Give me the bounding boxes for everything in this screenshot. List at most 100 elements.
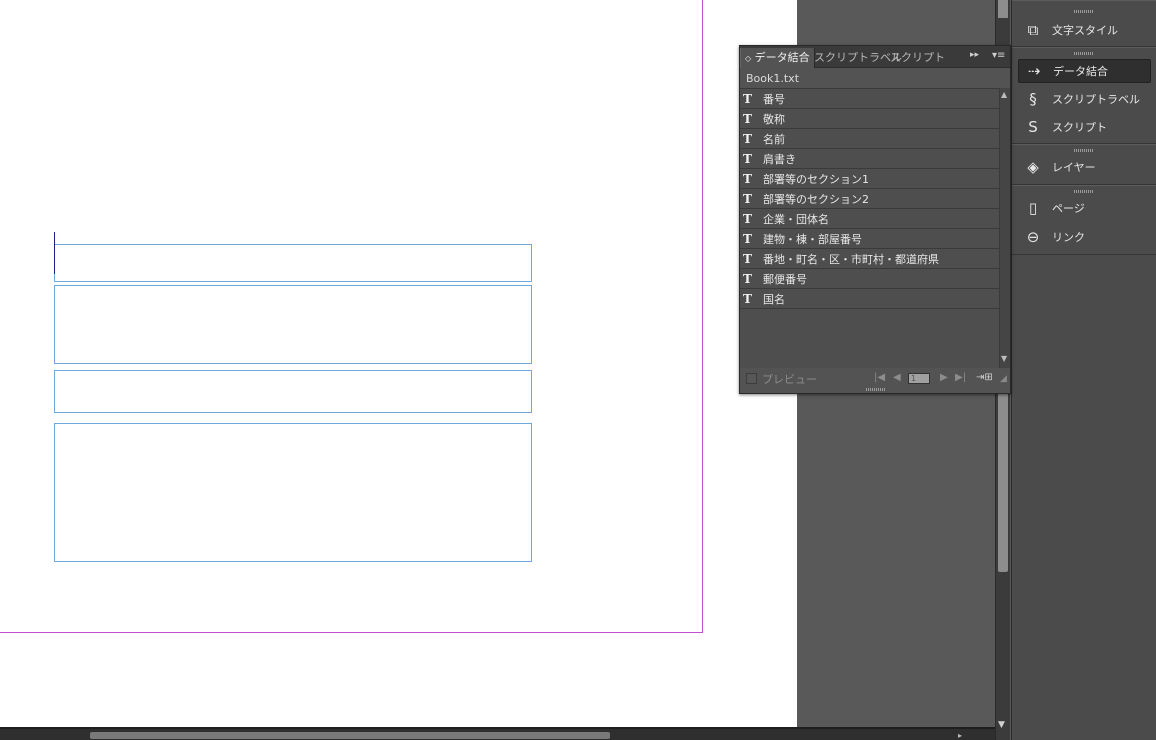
panel-dock: ⧉ 文字スタイル ⇢ データ結合 § スクリプトラベル S スクリプト ◈ レイ… (1011, 0, 1156, 740)
text-field-icon: T (743, 151, 752, 166)
data-merge-panel: ◇ データ結合 スクリプトラベル スクリプト ▸▸ ▾≡ Book1.txt T… (739, 45, 1011, 394)
text-field-icon: T (743, 291, 752, 306)
text-field-icon: T (743, 131, 752, 146)
field-label: 建物・棟・部屋番号 (763, 232, 862, 246)
panel-tab-bar: ◇ データ結合 スクリプトラベル スクリプト ▸▸ ▾≡ (740, 46, 1010, 68)
panel-menu-icon[interactable]: ▾≡ (992, 50, 1005, 61)
horizontal-scrollbar-thumb[interactable] (90, 732, 610, 739)
scroll-down-arrow-icon[interactable]: ▼ (998, 720, 1005, 730)
horizontal-scrollbar[interactable]: ▸ (0, 727, 995, 740)
previous-record-icon[interactable]: ◀ (893, 372, 901, 383)
dock-item-character-styles[interactable]: ⧉ 文字スタイル (1018, 18, 1151, 42)
dock-grip[interactable] (1074, 10, 1094, 13)
vertical-scrollbar-thumb[interactable] (998, 390, 1008, 572)
dock-item-label: リンク (1052, 231, 1085, 244)
text-frame-1[interactable] (54, 244, 532, 282)
tab-data-merge[interactable]: ◇ データ結合 (740, 48, 815, 68)
collapse-panel-icon[interactable]: ▸▸ (970, 50, 979, 60)
list-item[interactable]: T 建物・棟・部屋番号 (740, 229, 999, 249)
text-field-icon: T (743, 271, 752, 286)
dock-grip[interactable] (1074, 190, 1094, 193)
text-field-icon: T (743, 91, 752, 106)
tab-label: データ結合 (754, 51, 810, 64)
create-merged-document-icon[interactable]: ⇥⊞ (976, 372, 993, 383)
list-item[interactable]: T 肩書き (740, 149, 999, 169)
layers-icon: ◈ (1027, 158, 1039, 176)
list-item[interactable]: T 番地・町名・区・市町村・都道府県 (740, 249, 999, 269)
character-styles-icon: ⧉ (1027, 21, 1039, 39)
text-field-icon: T (743, 231, 752, 246)
field-list: T 番号 T 敬称 T 名前 T 肩書き T 部署等のセクション1 T 部署等の… (740, 88, 999, 368)
list-item[interactable]: T 名前 (740, 129, 999, 149)
list-item[interactable]: T 郵便番号 (740, 269, 999, 289)
text-field-icon: T (743, 111, 752, 126)
dock-item-label: スクリプトラベル (1052, 93, 1140, 106)
scroll-right-arrow-icon[interactable]: ▸ (958, 731, 962, 740)
pages-icon: ▯ (1028, 199, 1038, 217)
script-icon: S (1028, 118, 1038, 136)
last-record-icon[interactable]: ▶| (955, 372, 966, 383)
text-field-icon: T (743, 171, 752, 186)
list-item[interactable]: T 企業・団体名 (740, 209, 999, 229)
record-number-input[interactable]: 1 (908, 373, 930, 384)
list-item[interactable]: T 国名 (740, 289, 999, 309)
script-label-icon: § (1029, 90, 1037, 108)
text-cursor (54, 232, 55, 274)
field-label: 番号 (763, 92, 785, 106)
list-item[interactable]: T 部署等のセクション1 (740, 169, 999, 189)
field-label: 部署等のセクション2 (763, 192, 869, 206)
field-label: 企業・団体名 (763, 212, 829, 226)
data-merge-icon: ⇢ (1027, 62, 1041, 80)
panel-grip[interactable] (866, 388, 886, 391)
preview-label: プレビュー (762, 373, 817, 386)
panel-footer: プレビュー |◀ ◀ 1 ▶ ▶| ⇥⊞ (740, 368, 1010, 386)
field-label: 番地・町名・区・市町村・都道府県 (763, 252, 939, 266)
dock-item-label: ページ (1052, 202, 1085, 215)
next-record-icon[interactable]: ▶ (940, 372, 948, 383)
dock-item-layers[interactable]: ◈ レイヤー (1018, 155, 1151, 179)
data-source-name: Book1.txt (746, 72, 800, 85)
dock-group-layers: ◈ レイヤー (1012, 144, 1156, 185)
text-frame-3[interactable] (54, 370, 532, 413)
dock-item-script[interactable]: S スクリプト (1018, 115, 1151, 139)
scroll-up-arrow-icon[interactable]: ▲ (1001, 90, 1007, 99)
tab-label: スクリプト (890, 51, 945, 64)
preview-checkbox[interactable] (746, 373, 757, 384)
text-field-icon: T (743, 211, 752, 226)
list-item[interactable]: T 部署等のセクション2 (740, 189, 999, 209)
dock-item-pages[interactable]: ▯ ページ (1018, 196, 1151, 220)
vertical-scrollbar-top (998, 0, 1008, 18)
tab-expand-icon: ◇ (745, 54, 752, 63)
tab-script[interactable]: スクリプト (886, 48, 949, 68)
field-label: 名前 (763, 132, 785, 146)
document-canvas[interactable] (0, 0, 797, 727)
scroll-down-arrow-icon[interactable]: ▼ (1001, 354, 1007, 363)
dock-item-label: スクリプト (1052, 121, 1107, 134)
field-label: 部署等のセクション1 (763, 172, 869, 186)
dock-group-character-styles: ⧉ 文字スタイル (1012, 0, 1156, 47)
field-label: 肩書き (763, 152, 796, 166)
list-item[interactable]: T 番号 (740, 89, 999, 109)
field-label: 郵便番号 (763, 272, 807, 286)
text-frame-4[interactable] (54, 423, 532, 562)
field-label: 敬称 (763, 112, 785, 126)
dock-item-label: データ結合 (1053, 65, 1108, 78)
field-label: 国名 (763, 292, 785, 306)
dock-group-pages-links: ▯ ページ ⊖ リンク (1012, 185, 1156, 255)
text-frame-2[interactable] (54, 285, 532, 364)
dock-item-label: レイヤー (1052, 161, 1096, 174)
dock-item-script-label[interactable]: § スクリプトラベル (1018, 87, 1151, 111)
field-list-scrollbar[interactable]: ▲ ▼ (999, 88, 1010, 368)
dock-item-links[interactable]: ⊖ リンク (1018, 225, 1151, 249)
dock-item-data-merge[interactable]: ⇢ データ結合 (1018, 59, 1151, 83)
links-icon: ⊖ (1026, 228, 1040, 246)
text-field-icon: T (743, 191, 752, 206)
dock-item-label: 文字スタイル (1052, 24, 1118, 37)
first-record-icon[interactable]: |◀ (874, 372, 885, 383)
resize-grip-icon[interactable]: ◢ (1000, 374, 1007, 384)
list-item[interactable]: T 敬称 (740, 109, 999, 129)
dock-grip[interactable] (1074, 149, 1094, 152)
dock-grip[interactable] (1074, 52, 1094, 55)
dock-group-data-merge: ⇢ データ結合 § スクリプトラベル S スクリプト (1012, 47, 1156, 144)
text-field-icon: T (743, 251, 752, 266)
